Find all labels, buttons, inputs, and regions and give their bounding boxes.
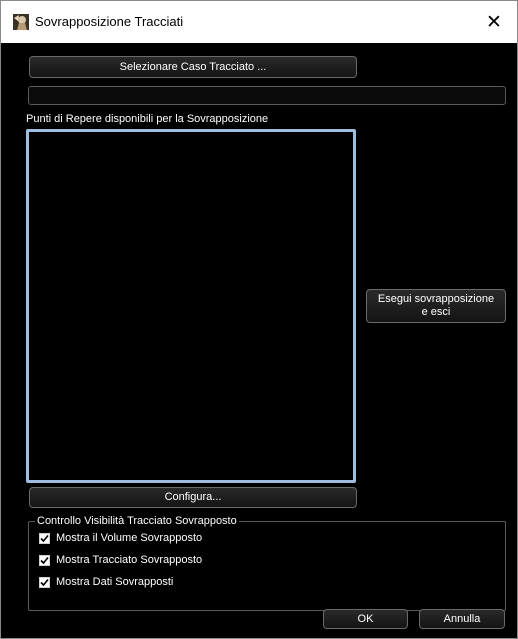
checkbox-checked-icon[interactable]: [39, 532, 50, 544]
cancel-button[interactable]: Annulla: [419, 609, 505, 629]
title-bar[interactable]: Sovrapposizione Tracciati ✕: [1, 1, 517, 43]
dialog-content: Selezionare Caso Tracciato ... Punti di …: [1, 43, 517, 638]
checkbox-show-data[interactable]: Mostra Dati Sovrapposti: [39, 576, 173, 588]
close-button[interactable]: ✕: [471, 1, 517, 43]
checkbox-label: Mostra Tracciato Sovrapposto: [56, 554, 203, 566]
execute-button-line1: Esegui sovrapposizione: [377, 293, 495, 305]
checkbox-label: Mostra Dati Sovrapposti: [56, 576, 174, 588]
dialog-window: Sovrapposizione Tracciati ✕ Selezionare …: [0, 0, 518, 639]
selected-case-field[interactable]: [28, 86, 506, 105]
select-case-button[interactable]: Selezionare Caso Tracciato ...: [29, 56, 357, 78]
close-icon: ✕: [486, 11, 502, 33]
configure-button[interactable]: Configura...: [29, 487, 357, 508]
ok-button[interactable]: OK: [323, 609, 408, 629]
window-title: Sovrapposizione Tracciati: [35, 14, 184, 29]
checkbox-show-volume[interactable]: Mostra il Volume Sovrapposto: [39, 532, 202, 544]
landmarks-label: Punti di Repere disponibili per la Sovra…: [26, 113, 269, 125]
execute-button-line2: e esci: [421, 306, 451, 318]
checkbox-show-tracing[interactable]: Mostra Tracciato Sovrapposto: [39, 554, 202, 566]
visibility-group-title: Controllo Visibilità Tracciato Sovrappos…: [35, 515, 239, 527]
app-logo-icon: [13, 14, 29, 30]
checkbox-checked-icon[interactable]: [39, 576, 50, 588]
checkbox-label: Mostra il Volume Sovrapposto: [56, 532, 203, 544]
execute-overlay-button[interactable]: Esegui sovrapposizione e esci: [366, 289, 506, 323]
checkbox-checked-icon[interactable]: [39, 554, 50, 566]
landmarks-listbox[interactable]: [26, 129, 356, 483]
